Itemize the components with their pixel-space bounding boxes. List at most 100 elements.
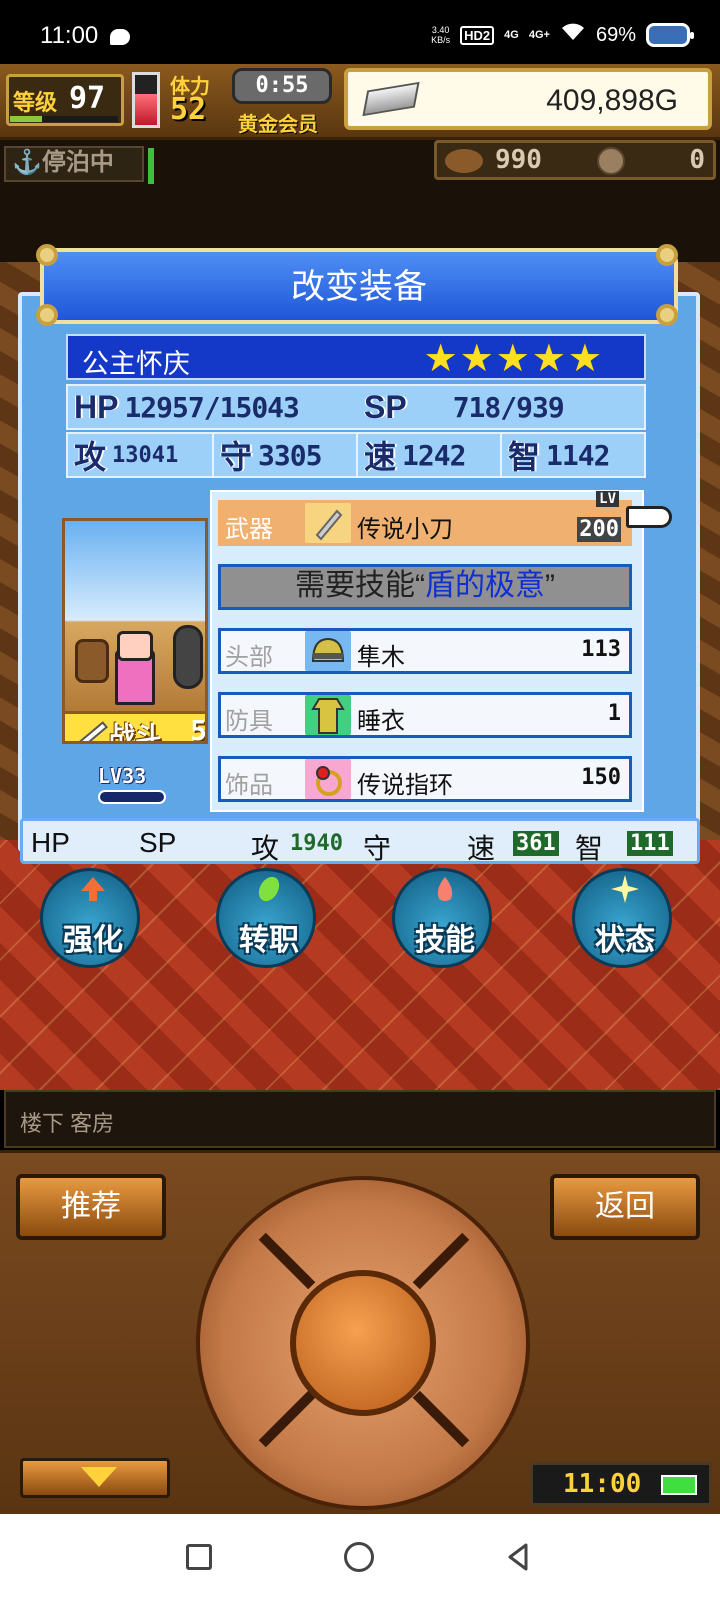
gold-value: 409,898G: [546, 84, 678, 117]
skills-button[interactable]: 技能: [392, 868, 492, 968]
dpad-center-button[interactable]: [290, 1270, 436, 1416]
class-change-label: 转职: [239, 924, 299, 957]
enhance-button[interactable]: 强化: [40, 868, 140, 968]
item-value: 150: [581, 765, 621, 790]
game-clock: 11:00: [530, 1462, 712, 1506]
hp-value: 12957/15043: [124, 390, 299, 424]
item-name: 隼木: [357, 644, 405, 671]
stat-compare-bar: HP SP 攻 1940 守 速 361 智 111: [20, 818, 700, 864]
back-triangle-icon[interactable]: [506, 1542, 530, 1572]
scroll-down-button[interactable]: [20, 1458, 170, 1498]
arrow-up-icon: [81, 877, 105, 901]
character-level: LV33: [98, 764, 147, 788]
character-level-bar: [98, 790, 166, 804]
equip-row-armor[interactable]: 防具 睡衣 1: [218, 692, 632, 738]
enhance-label: 强化: [63, 924, 123, 957]
def-value: 3305: [258, 438, 322, 472]
item-value: 1: [607, 701, 621, 726]
level-label: 等级: [13, 90, 58, 115]
character-portrait[interactable]: 战斗 5: [62, 518, 208, 744]
wifi-icon: [560, 22, 586, 48]
item-name: 睡衣: [357, 708, 405, 735]
skill-req-suffix: ”: [545, 569, 555, 602]
character-name: 公主怀庆: [82, 349, 190, 379]
atk-cell: 攻 13041: [68, 434, 212, 476]
back-button[interactable]: 返回: [550, 1174, 700, 1240]
compare-sp-label: SP: [139, 827, 177, 858]
signal-4g-icon: 4G: [504, 29, 519, 41]
dialog-title: 改变装备: [40, 248, 678, 324]
rarity-stars: ★★★★★: [423, 336, 604, 380]
stamina-value: 52: [170, 92, 207, 127]
status-time: 11:00: [40, 22, 99, 49]
item-lv-value: 200: [577, 517, 621, 542]
signal-4g-plus-icon: 4G+: [528, 29, 550, 41]
coin-icon: [597, 147, 625, 175]
atk-value: 13041: [112, 442, 179, 468]
def-label: 守: [220, 439, 253, 475]
item-name: 传说指环: [357, 772, 453, 799]
pointing-hand-icon: [626, 506, 672, 528]
anchor-indicator: [148, 148, 154, 184]
resource-a-value: 990: [495, 145, 542, 175]
spd-value: 1242: [402, 438, 466, 472]
skill-req-prefix: 需要技能“: [295, 569, 425, 602]
level-value: 97: [69, 81, 106, 116]
int-value: 1142: [546, 438, 610, 472]
skill-requirement: 需要技能“盾的极意”: [218, 564, 632, 610]
leaf-icon: [258, 876, 280, 902]
class-change-button[interactable]: 转职: [216, 868, 316, 968]
corner-ornament: [36, 244, 58, 266]
status-label: 状态: [595, 924, 655, 957]
corner-ornament: [36, 304, 58, 326]
compare-int-label: 智: [575, 833, 604, 864]
chat-bubble-icon: [110, 29, 130, 45]
location-bar: 楼下 客房: [4, 1090, 716, 1148]
slot-label: 饰品: [225, 772, 273, 799]
timer: 0:55: [232, 68, 332, 104]
battle-badge: 战斗 5: [65, 711, 205, 741]
membership-label: 黄金会员: [238, 114, 318, 136]
item-value: 113: [581, 637, 621, 662]
system-nav-bar: [0, 1514, 720, 1600]
sp-cell: SP 718/939: [358, 386, 644, 428]
compare-spd-label: 速: [467, 833, 496, 864]
attribute-row: 攻 13041 守 3305 速 1242 智 1142: [66, 432, 646, 478]
sp-value: 718/939: [452, 390, 565, 424]
helmet-icon: [305, 631, 351, 671]
slot-label: 武器: [225, 516, 273, 543]
meat-icon: [445, 149, 483, 173]
battery-percent: 69%: [595, 23, 636, 46]
status-button[interactable]: 状态: [572, 868, 672, 968]
gold-panel: 409,898G: [344, 68, 712, 130]
int-label: 智: [508, 439, 541, 475]
equip-row-weapon[interactable]: 武器 传说小刀 LV 200: [218, 491, 632, 546]
shield-sprite: [173, 625, 203, 689]
compare-hp-label: HP: [31, 827, 70, 858]
recents-icon[interactable]: [186, 1544, 212, 1570]
barrel-sprite: [75, 639, 109, 683]
equip-row-head[interactable]: 头部 隼木 113: [218, 628, 632, 674]
character-head-sprite: [117, 631, 153, 661]
equip-row-accessory[interactable]: 饰品 传说指环 150: [218, 756, 632, 802]
character-header: 公主怀庆 ★★★★★: [66, 334, 646, 380]
slot-label: 头部: [225, 644, 273, 671]
atk-label: 攻: [74, 439, 107, 475]
game-clock-time: 11:00: [563, 1469, 642, 1499]
compare-atk-value: 1940: [290, 831, 343, 856]
compare-atk-label: 攻: [251, 833, 280, 864]
home-icon[interactable]: [344, 1542, 374, 1572]
sp-label: SP: [364, 388, 407, 425]
knife-icon: [305, 503, 351, 543]
skills-label: 技能: [415, 924, 475, 957]
hp-label: HP: [74, 388, 119, 425]
triangle-down-icon: [81, 1467, 117, 1487]
item-lv-label: LV: [596, 491, 619, 507]
corner-ornament: [656, 244, 678, 266]
compare-spd-value: 361: [513, 831, 559, 856]
spd-cell: 速 1242: [356, 434, 500, 476]
recommend-button[interactable]: 推荐: [16, 1174, 166, 1240]
item-name: 传说小刀: [357, 516, 453, 543]
xp-bar: [10, 116, 118, 122]
hd-icon: HD2: [460, 25, 495, 45]
